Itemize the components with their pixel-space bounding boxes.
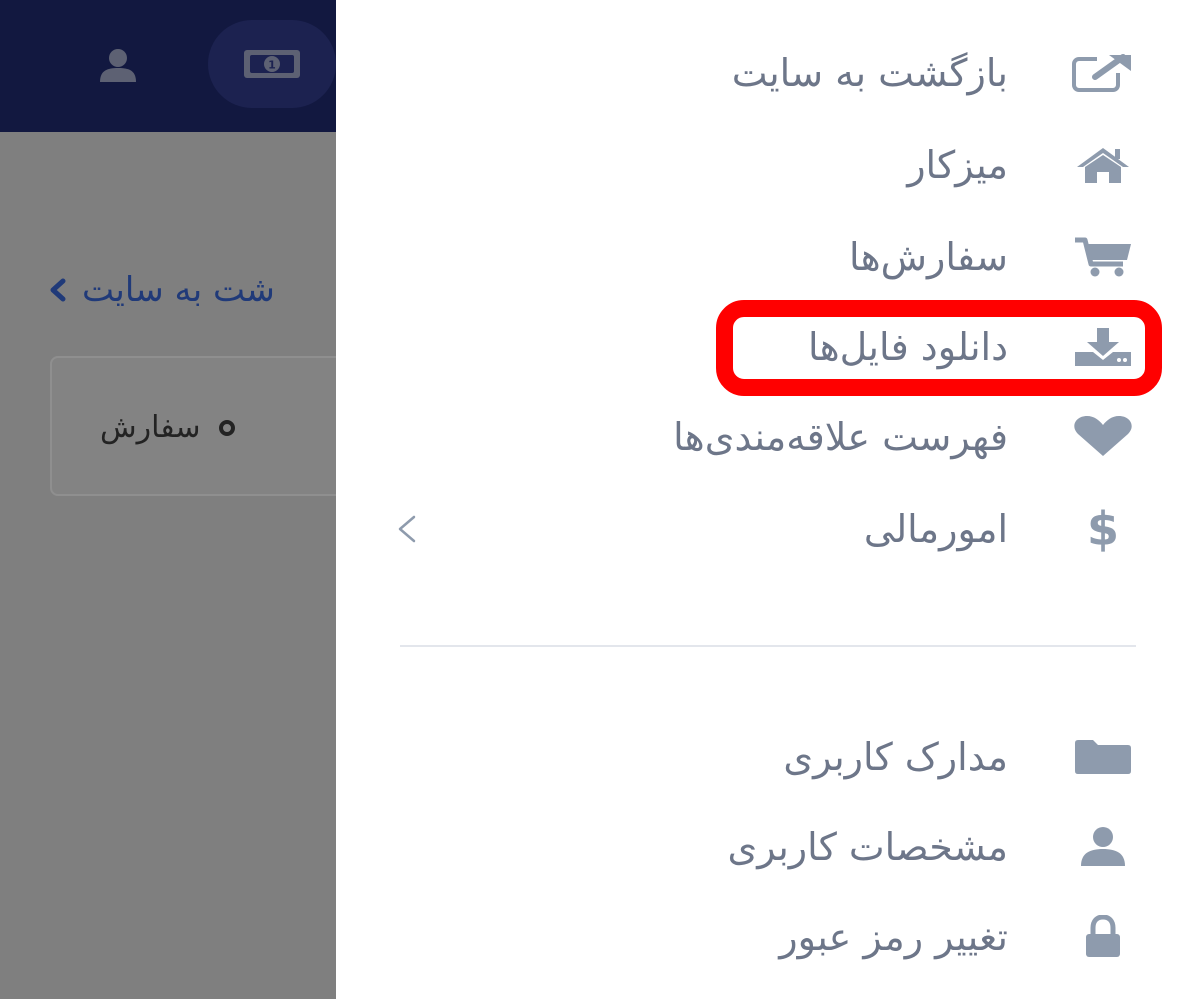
user-icon <box>1062 802 1144 892</box>
bullet-icon <box>218 419 235 436</box>
menu-item-finance[interactable]: امورمالی $ <box>336 484 1200 574</box>
menu-item-label: دانلود فایل‌ها <box>808 325 1008 369</box>
folder-icon <box>1062 712 1144 802</box>
side-drawer: بازگشت به سایت میزکار سفارش‌ها <box>336 0 1200 999</box>
menu-item-label: میزکار <box>907 143 1008 187</box>
breadcrumb-back-link[interactable]: شت به سایت <box>82 270 275 310</box>
menu-item-label: بازگشت به سایت <box>731 51 1008 95</box>
breadcrumb[interactable]: شت به سایت <box>48 268 275 312</box>
menu-item-label: تغییر رمز عبور <box>779 915 1008 959</box>
menu-item-label: امورمالی <box>863 507 1008 551</box>
menu-item-orders[interactable]: سفارش‌ها <box>336 212 1200 302</box>
menu-item-label: فهرست علاقه‌مندی‌ها <box>673 415 1008 459</box>
menu-item-profile[interactable]: مشخصات کاربری <box>336 802 1200 892</box>
user-icon <box>100 49 136 82</box>
menu-item-wishlist[interactable]: فهرست علاقه‌مندی‌ها <box>336 392 1200 482</box>
lock-icon <box>1062 892 1144 982</box>
menu-item-dashboard[interactable]: میزکار <box>336 120 1200 210</box>
menu-divider <box>400 645 1136 647</box>
heart-icon <box>1062 392 1144 482</box>
menu-item-documents[interactable]: مدارک کاربری <box>336 712 1200 802</box>
order-card: سفارش <box>50 356 370 496</box>
chevron-left-icon <box>50 278 66 302</box>
menu-item-label: مشخصات کاربری <box>727 825 1008 869</box>
menu-item-change-password[interactable]: تغییر رمز عبور <box>336 892 1200 982</box>
download-icon <box>1062 302 1144 392</box>
money-bill-icon: 1 <box>244 50 300 78</box>
home-icon <box>1062 120 1144 210</box>
menu-item-label: مدارک کاربری <box>783 735 1008 779</box>
svg-text:1: 1 <box>268 59 276 72</box>
external-link-icon <box>1062 28 1144 118</box>
svg-text:$: $ <box>1087 505 1119 553</box>
chevron-left-icon[interactable] <box>390 512 424 546</box>
menu-item-downloads[interactable]: دانلود فایل‌ها <box>336 302 1200 392</box>
cart-icon <box>1062 212 1144 302</box>
card-item-label: سفارش <box>100 410 201 445</box>
header-user-button[interactable] <box>92 44 144 88</box>
menu-item-back-to-site[interactable]: بازگشت به سایت <box>336 28 1200 118</box>
dollar-icon: $ <box>1062 484 1144 574</box>
menu-item-label: سفارش‌ها <box>849 235 1008 279</box>
header-wallet-button[interactable]: 1 <box>208 20 336 108</box>
